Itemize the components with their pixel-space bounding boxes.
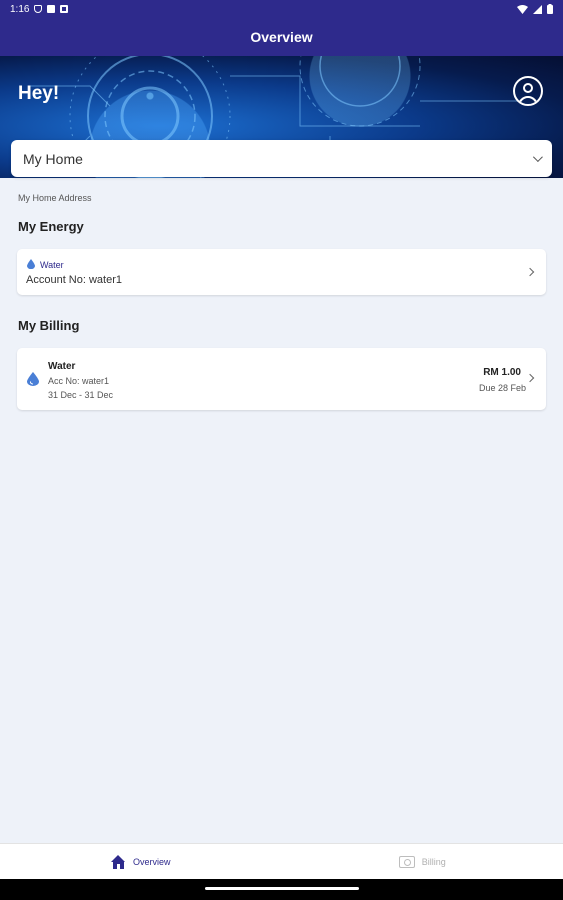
water-drop-icon (27, 259, 35, 269)
chevron-right-icon (525, 373, 535, 383)
profile-icon[interactable] (513, 76, 543, 106)
wifi-icon (517, 4, 528, 14)
billing-card-water[interactable]: Water Acc No: water1 31 Dec - 31 Dec RM … (17, 348, 546, 410)
nav-item-overview[interactable]: Overview (0, 844, 282, 879)
billing-amount: RM 1.00 (483, 367, 521, 378)
chevron-right-icon (525, 267, 535, 277)
battery-icon (547, 4, 553, 14)
nav-item-billing[interactable]: Billing (282, 844, 563, 879)
home-select-value: My Home (23, 150, 83, 167)
home-address: My Home Address (18, 193, 92, 203)
nav-item-billing-label: Billing (421, 856, 446, 867)
energy-card-water[interactable]: Water Account No: water1 (17, 249, 546, 295)
notification-icon (60, 5, 69, 13)
status-bar: 1:16 (0, 0, 563, 18)
page-title: Overview (250, 29, 313, 45)
billing-due-date: Due 28 Feb (478, 383, 526, 393)
billing-account-number: Acc No: water1 (48, 376, 110, 386)
bottom-nav: Overview Billing (0, 843, 563, 879)
home-select-dropdown[interactable]: My Home (11, 140, 552, 177)
billing-icon (398, 855, 415, 868)
status-time: 1:16 (10, 3, 30, 15)
billing-period: 31 Dec - 31 Dec (48, 390, 114, 400)
home-icon (110, 854, 126, 869)
water-drop-icon (27, 372, 39, 386)
my-billing-title: My Billing (18, 318, 80, 333)
billing-title: Water (48, 361, 76, 372)
my-energy-title: My Energy (18, 219, 84, 234)
energy-type-label: Water (40, 260, 64, 270)
app-bar: Overview (0, 18, 563, 56)
nav-item-overview-label: Overview (132, 856, 171, 867)
chevron-down-icon (532, 152, 543, 163)
home-gesture-handle[interactable] (205, 887, 359, 890)
gesture-bar (0, 879, 563, 900)
greeting-text: Hey! (18, 83, 60, 104)
signal-icon (533, 4, 542, 14)
energy-account-number: Account No: water1 (26, 274, 122, 286)
file-icon (47, 5, 56, 13)
shield-icon (34, 5, 43, 13)
